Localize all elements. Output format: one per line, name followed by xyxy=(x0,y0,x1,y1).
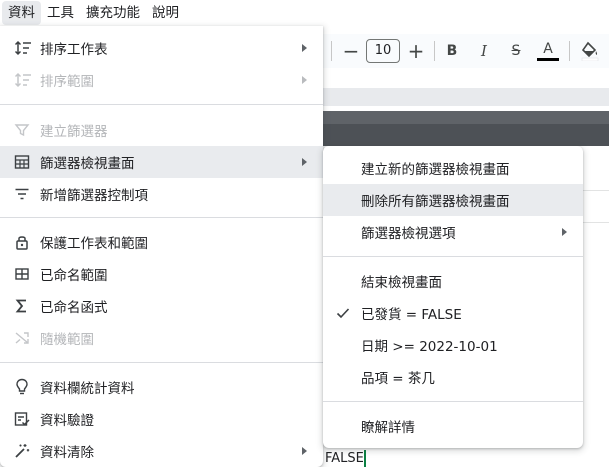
checkmark-icon xyxy=(336,306,350,324)
sort-range-icon xyxy=(0,64,40,96)
submenu-item-label: 刪除所有篩選器檢視畫面 xyxy=(361,194,510,210)
magic-wand-icon xyxy=(0,435,40,467)
menu-item-sort-sheet[interactable]: 排序工作表 xyxy=(0,32,323,64)
submenu-item-label: 品項 = 茶几 xyxy=(361,371,435,387)
submenu-item-filter-view-options[interactable]: 篩選器檢視選項 xyxy=(323,216,583,248)
strikethrough-button[interactable]: S xyxy=(505,39,527,63)
submenu-item-label: 已發貨 = FALSE xyxy=(361,307,462,323)
menu-bar: 資料 工具 擴充功能 說明 xyxy=(0,0,609,26)
submenu-item-learn-more[interactable]: 瞭解詳情 xyxy=(323,410,583,442)
menu-item-filter-views[interactable]: 篩選器檢視畫面 xyxy=(0,146,323,178)
sigma-icon xyxy=(0,290,40,322)
menu-item-label: 隨機範圍 xyxy=(40,332,94,348)
submenu-item-label: 建立新的篩選器檢視畫面 xyxy=(361,162,510,178)
menu-item-label: 已命名函式 xyxy=(40,300,108,316)
submenu-item-label: 結束檢視畫面 xyxy=(361,275,442,291)
menu-item-label: 新增篩選器控制項 xyxy=(40,188,148,204)
menu-item-label: 資料清除 xyxy=(40,445,94,461)
menu-item-label: 篩選器檢視畫面 xyxy=(40,156,135,172)
slicer-icon xyxy=(0,178,40,210)
toolbar-divider xyxy=(331,41,332,61)
cell-cursor xyxy=(364,450,366,467)
font-size-input[interactable]: 10 xyxy=(366,39,400,63)
shuffle-icon xyxy=(0,322,40,354)
paint-bucket-icon xyxy=(581,41,599,61)
sort-icon xyxy=(0,32,40,64)
submenu-item-label: 日期 >= 2022-10-01 xyxy=(361,339,498,355)
menu-divider xyxy=(323,401,583,402)
text-color-label: A xyxy=(543,41,553,57)
menu-item-label: 保護工作表和範圍 xyxy=(40,236,148,252)
grid-line xyxy=(583,190,609,191)
lightbulb-icon xyxy=(0,371,40,403)
submenu-arrow-icon xyxy=(302,76,307,84)
menu-item-label: 排序工作表 xyxy=(40,42,108,58)
menu-divider xyxy=(0,362,323,363)
menu-divider xyxy=(323,256,583,257)
menu-data[interactable]: 資料 xyxy=(2,1,41,25)
toolbar-divider xyxy=(434,41,435,61)
submenu-item-label: 瞭解詳情 xyxy=(361,420,415,436)
bold-button[interactable]: B xyxy=(441,39,463,63)
menu-item-protect-sheets[interactable]: 保護工作表和範圍 xyxy=(0,226,323,258)
menu-divider xyxy=(0,104,323,105)
named-range-icon xyxy=(0,258,40,290)
menu-item-label: 已命名範圍 xyxy=(40,268,108,284)
menu-item-label: 排序範圍 xyxy=(40,74,94,90)
lock-icon xyxy=(0,226,40,258)
cell-value[interactable]: FALSE xyxy=(325,450,364,467)
data-menu: 排序工作表 排序範圍 建立篩選器 篩選器檢視畫面 新增篩選器控制項 保護工作表和… xyxy=(0,26,323,467)
menu-item-create-filter[interactable]: 建立篩選器 xyxy=(0,114,323,146)
submenu-arrow-icon xyxy=(302,447,307,455)
submenu-item-delete-all-filter-views[interactable]: 刪除所有篩選器檢視畫面 xyxy=(323,184,583,216)
grid-line xyxy=(583,222,609,223)
menu-help[interactable]: 說明 xyxy=(146,1,185,25)
submenu-item-filter-view-item[interactable]: 品項 = 茶几 xyxy=(323,361,583,393)
submenu-item-exit-view[interactable]: 結束檢視畫面 xyxy=(323,265,583,297)
menu-item-named-functions[interactable]: 已命名函式 xyxy=(0,290,323,322)
italic-button[interactable]: I xyxy=(473,39,495,63)
filter-icon xyxy=(0,114,40,146)
menu-item-column-stats[interactable]: 資料欄統計資料 xyxy=(0,371,323,403)
toolbar-divider xyxy=(569,41,570,61)
submenu-arrow-icon xyxy=(302,158,307,166)
decrease-font-size-button[interactable]: − xyxy=(341,39,361,63)
submenu-arrow-icon xyxy=(302,44,307,52)
submenu-item-filter-view-date[interactable]: 日期 >= 2022-10-01 xyxy=(323,329,583,361)
menu-item-data-cleanup[interactable]: 資料清除 xyxy=(0,435,323,467)
formula-bar xyxy=(323,88,609,106)
filter-view-icon xyxy=(0,146,40,178)
menu-divider xyxy=(0,217,323,218)
submenu-item-create-filter-view[interactable]: 建立新的篩選器檢視畫面 xyxy=(323,152,583,184)
menu-item-named-ranges[interactable]: 已命名範圍 xyxy=(0,258,323,290)
menu-tools[interactable]: 工具 xyxy=(41,1,80,25)
menu-item-randomize-range[interactable]: 隨機範圍 xyxy=(0,322,323,354)
menu-item-sort-range[interactable]: 排序範圍 xyxy=(0,64,323,96)
menu-item-label: 資料驗證 xyxy=(40,413,94,429)
menu-item-add-slicer[interactable]: 新增篩選器控制項 xyxy=(0,178,323,210)
submenu-arrow-icon xyxy=(562,228,567,236)
data-validation-icon xyxy=(0,403,40,435)
submenu-item-filter-view-shipped[interactable]: 已發貨 = FALSE xyxy=(323,297,583,329)
text-color-swatch xyxy=(537,58,559,61)
menu-extensions[interactable]: 擴充功能 xyxy=(80,1,146,25)
menu-item-data-validation[interactable]: 資料驗證 xyxy=(0,403,323,435)
menu-item-label: 建立篩選器 xyxy=(40,124,108,140)
increase-font-size-button[interactable]: + xyxy=(406,39,426,63)
filter-views-submenu: 建立新的篩選器檢視畫面 刪除所有篩選器檢視畫面 篩選器檢視選項 結束檢視畫面 已… xyxy=(323,146,583,448)
submenu-item-label: 篩選器檢視選項 xyxy=(361,226,456,242)
menu-item-label: 資料欄統計資料 xyxy=(40,381,135,397)
text-color-button[interactable]: A xyxy=(536,39,560,63)
column-header-band xyxy=(323,124,609,146)
fill-color-button[interactable] xyxy=(578,39,602,63)
